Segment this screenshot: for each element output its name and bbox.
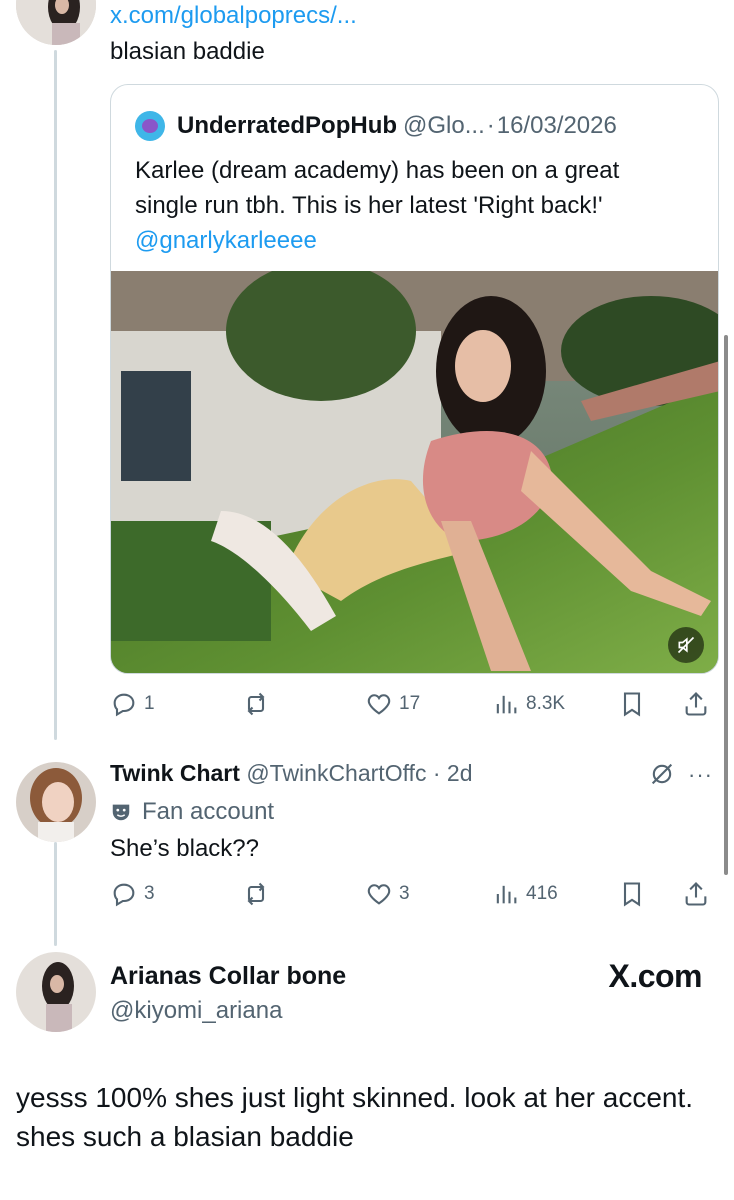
bookmark-button[interactable] [618, 880, 646, 908]
like-button[interactable]: 17 [365, 690, 420, 718]
views-button[interactable]: 416 [492, 880, 558, 908]
handle[interactable]: @TwinkChartOffc [246, 760, 426, 786]
views-icon [496, 885, 517, 904]
reply-count: 1 [144, 693, 155, 714]
author-handle[interactable]: @kiyomi_ariana [110, 997, 282, 1025]
quoted-post-header: UnderratedPopHub @Glo... · 16/03/2026 [135, 111, 617, 141]
heart-icon [367, 694, 391, 715]
quoted-post-card[interactable]: UnderratedPopHub @Glo... · 16/03/2026 Ka… [110, 84, 719, 674]
like-count: 17 [399, 693, 421, 714]
separator-dot: · [486, 112, 495, 139]
more-icon[interactable]: ··· [688, 762, 713, 788]
views-icon [496, 695, 517, 714]
share-icon [685, 692, 707, 716]
display-name[interactable]: Twink Chart [110, 760, 240, 786]
fan-account-text: Fan account [142, 798, 275, 825]
fan-account-label: Fan account [110, 798, 274, 826]
quoted-avatar[interactable] [135, 111, 165, 141]
theater-mask-icon [112, 804, 130, 821]
quoted-display-name[interactable]: UnderratedPopHub [177, 112, 397, 140]
reply-icon [113, 883, 135, 907]
shared-link[interactable]: x.com/globalpoprecs/... [110, 2, 357, 30]
reply-text: She’s black?? [110, 835, 259, 862]
reply-count: 3 [144, 883, 155, 904]
thread-line [54, 842, 57, 946]
repost-icon [247, 692, 265, 716]
quoted-text-line: single run tbh. This is her latest 'Righ… [135, 192, 603, 219]
quoted-text-line: Karlee (dream academy) has been on a gre… [135, 157, 620, 184]
view-count: 8.3K [526, 693, 566, 714]
quoted-post-text: Karlee (dream academy) has been on a gre… [135, 153, 700, 258]
reply-text: blasian baddie [110, 38, 265, 65]
video-player[interactable] [111, 271, 718, 673]
separator-dot: · [432, 760, 441, 786]
avatar[interactable] [16, 762, 96, 842]
quoted-handle[interactable]: @Glo... [403, 112, 485, 140]
heart-icon [367, 884, 391, 905]
share-button[interactable] [682, 690, 710, 718]
grok-icon[interactable] [648, 760, 676, 793]
mute-icon[interactable] [668, 627, 704, 663]
thread-line [54, 50, 57, 740]
reply-header: Twink Chart @TwinkChartOffc · 2d [110, 760, 473, 787]
reply-action-bar: 3 3 416 [110, 880, 720, 910]
share-icon [685, 882, 707, 906]
views-button[interactable]: 8.3K [492, 690, 565, 718]
mention-link[interactable]: @gnarlykarleeee [135, 223, 700, 258]
author-display-name[interactable]: Arianas Collar bone [110, 962, 346, 991]
avatar[interactable] [16, 952, 96, 1032]
scrollbar[interactable] [724, 335, 728, 875]
quoted-date[interactable]: 16/03/2026 [497, 112, 617, 140]
view-count: 416 [526, 883, 558, 904]
like-button[interactable]: 3 [365, 880, 410, 908]
bookmark-icon [623, 692, 641, 717]
reply-button[interactable]: 3 [110, 880, 155, 908]
post-text: yesss 100% shes just light skinned. look… [16, 1082, 694, 1152]
timestamp[interactable]: 2d [447, 760, 473, 786]
repost-icon [247, 882, 265, 906]
reply-icon [113, 693, 135, 717]
share-button[interactable] [682, 880, 710, 908]
quote-action-bar: 1 17 8.3K [110, 690, 720, 720]
x-logo: X.com [608, 958, 702, 994]
reply-button[interactable]: 1 [110, 690, 155, 718]
bookmark-button[interactable] [618, 690, 646, 718]
repost-button[interactable] [242, 880, 270, 908]
avatar[interactable] [16, 0, 96, 45]
repost-button[interactable] [242, 690, 270, 718]
like-count: 3 [399, 883, 410, 904]
bookmark-icon [623, 882, 641, 907]
